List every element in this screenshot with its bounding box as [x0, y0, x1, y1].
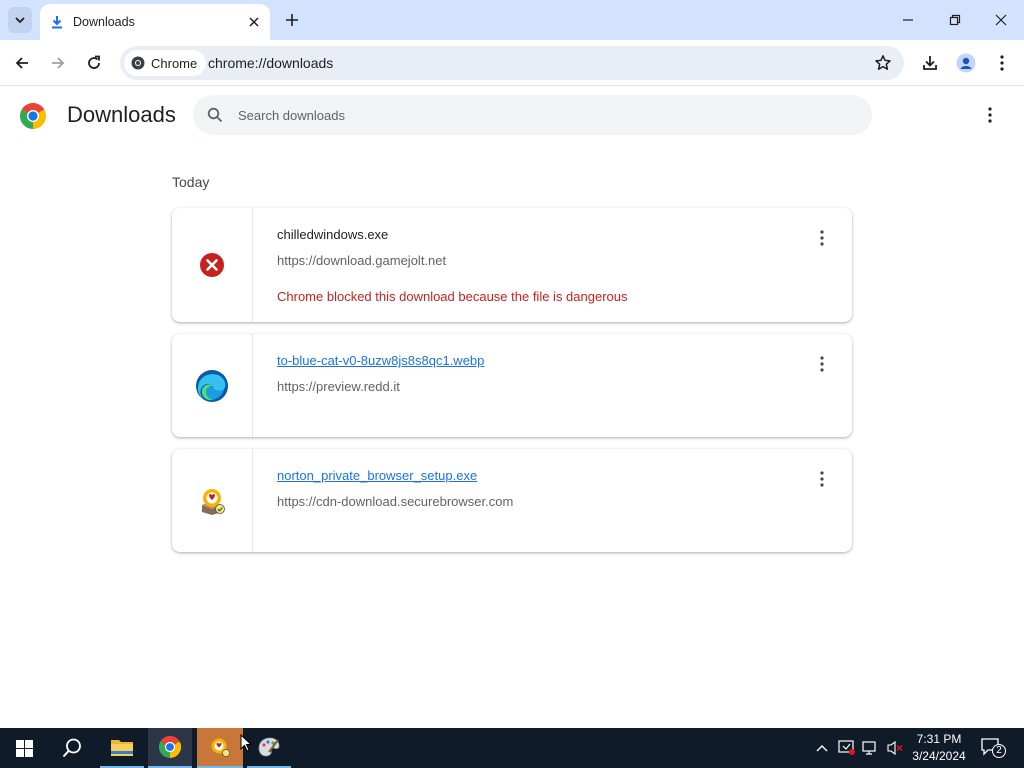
chrome-icon: [159, 736, 181, 758]
clock-date: 3/24/2024: [912, 749, 966, 763]
plus-icon: [286, 14, 298, 26]
minimize-button[interactable]: [885, 0, 931, 40]
arrow-right-icon: [52, 57, 65, 69]
download-item: chilledwindows.exe https://download.game…: [172, 208, 852, 322]
taskbar-chrome[interactable]: [148, 728, 192, 768]
taskbar-file-explorer[interactable]: [100, 728, 144, 768]
windows-start-icon: [15, 739, 33, 757]
reload-icon: [88, 55, 100, 69]
tab-strip: Downloads: [0, 0, 1024, 40]
chevron-up-icon: [816, 745, 828, 752]
arrow-left-icon: [15, 57, 28, 69]
page-title: Downloads: [67, 102, 176, 127]
close-icon: [249, 17, 259, 27]
tray-network-icon[interactable]: [860, 728, 882, 768]
source-url[interactable]: https://download.gamejolt.net: [277, 253, 446, 268]
start-button[interactable]: [0, 728, 48, 768]
action-center-button[interactable]: 2: [980, 736, 1006, 760]
download-item: norton_private_browser_setup.exe https:/…: [172, 449, 852, 552]
tab-close-button[interactable]: [244, 12, 264, 32]
file-explorer-icon: [111, 740, 133, 756]
defender-alert-icon: [838, 740, 855, 755]
file-name-link[interactable]: norton_private_browser_setup.exe: [277, 468, 477, 483]
volume-muted-icon: [887, 740, 903, 756]
more-vert-icon: [820, 230, 824, 246]
download-icon: [52, 16, 62, 29]
notification-count-badge: 2: [992, 744, 1006, 758]
search-icon: [62, 738, 81, 758]
file-name: chilledwindows.exe: [277, 227, 389, 242]
download-icon: [923, 56, 937, 70]
address-bar[interactable]: Chrome chrome://downloads: [120, 46, 904, 80]
more-vert-icon: [820, 356, 824, 372]
downloads-menu-button[interactable]: [980, 105, 1000, 125]
more-vert-icon: [988, 107, 992, 123]
file-name-link[interactable]: to-blue-cat-v0-8uzw8js8s8qc1.webp: [277, 353, 484, 368]
tray-volume-icon[interactable]: [884, 728, 906, 768]
restore-button[interactable]: [932, 0, 978, 40]
downloads-button[interactable]: [916, 49, 944, 77]
search-icon: [207, 107, 223, 123]
tab-title: Downloads: [73, 15, 135, 29]
date-header: Today: [172, 174, 210, 190]
minimize-icon: [903, 19, 913, 21]
clock-time: 7:31 PM: [916, 732, 962, 746]
chrome-icon: [131, 56, 145, 70]
edge-browser-icon: [196, 369, 228, 402]
norton-installer-icon: [202, 488, 225, 515]
reload-button[interactable]: [80, 49, 108, 77]
tab-search-button[interactable]: [8, 7, 32, 33]
tab-downloads[interactable]: Downloads: [40, 4, 270, 40]
file-icon-column: [172, 449, 253, 552]
network-icon: [862, 741, 876, 755]
downloads-header: Downloads: [0, 87, 1024, 145]
file-icon-column: [172, 334, 253, 437]
new-tab-button[interactable]: [280, 8, 304, 32]
taskbar-clock[interactable]: 7:31 PM 3/24/2024: [908, 731, 970, 765]
danger-warning: Chrome blocked this download because the…: [277, 289, 628, 304]
chrome-logo-icon: [20, 103, 46, 129]
back-button[interactable]: [8, 49, 36, 77]
tray-overflow-button[interactable]: [812, 728, 832, 768]
file-icon-column: [172, 208, 253, 322]
search-input[interactable]: [238, 95, 838, 135]
taskbar-norton-setup[interactable]: [197, 728, 243, 768]
tray-security-icon[interactable]: [836, 728, 858, 768]
more-vert-icon: [1000, 55, 1004, 71]
paint-icon: [258, 737, 280, 757]
item-menu-button[interactable]: [812, 354, 832, 374]
item-menu-button[interactable]: [812, 228, 832, 248]
close-icon: [995, 14, 1007, 26]
norton-setup-icon: [211, 738, 230, 757]
taskbar: 7:31 PM 3/24/2024 2: [0, 728, 1024, 768]
bookmark-star-icon[interactable]: [874, 54, 892, 72]
dangerous-x-icon: [200, 253, 224, 277]
forward-button[interactable]: [44, 49, 72, 77]
source-url[interactable]: https://cdn-download.securebrowser.com: [277, 494, 513, 509]
browser-menu-button[interactable]: [988, 49, 1016, 77]
window-close-button[interactable]: [978, 0, 1024, 40]
item-menu-button[interactable]: [812, 469, 832, 489]
taskbar-search-button[interactable]: [48, 728, 96, 768]
profile-button[interactable]: [952, 49, 980, 77]
site-chip-label: Chrome: [151, 55, 198, 71]
download-item: to-blue-cat-v0-8uzw8js8s8qc1.webp https:…: [172, 334, 852, 437]
more-vert-icon: [820, 471, 824, 487]
browser-toolbar: Chrome chrome://downloads: [0, 40, 1024, 86]
search-box[interactable]: [193, 95, 872, 135]
avatar-icon: [956, 53, 976, 73]
restore-icon: [949, 14, 961, 26]
url-text[interactable]: chrome://downloads: [208, 55, 333, 71]
site-info-chip[interactable]: Chrome: [124, 50, 207, 76]
chevron-down-icon: [15, 17, 25, 24]
source-url[interactable]: https://preview.redd.it: [277, 379, 400, 394]
taskbar-paint[interactable]: [247, 728, 291, 768]
